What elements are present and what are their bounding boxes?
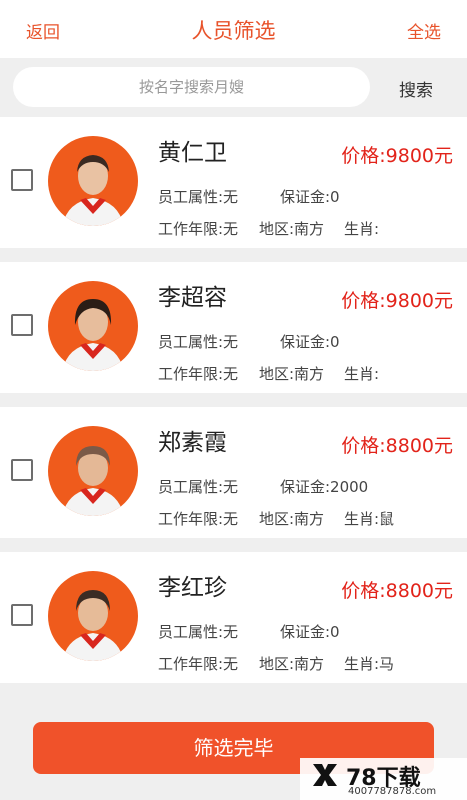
staff-card: 李红珍 价格:8800元 员工属性:无 保证金:0 工作年限:无 地区:南方 生…	[0, 552, 467, 683]
staff-price: 价格:8800元	[341, 435, 453, 457]
staff-checkbox[interactable]	[11, 314, 33, 336]
staff-attribute: 员工属性:无	[158, 188, 239, 206]
staff-card: 李超容 价格:9800元 员工属性:无 保证金:0 工作年限:无 地区:南方 生…	[0, 262, 467, 393]
staff-card: 黄仁卫 价格:9800元 员工属性:无 保证金:0 工作年限:无 地区:南方 生…	[0, 117, 467, 248]
staff-region: 地区:南方	[259, 655, 325, 673]
avatar	[48, 136, 138, 226]
staff-attribute: 员工属性:无	[158, 623, 239, 641]
top-bar: 返回 人员筛选 全选	[0, 0, 467, 58]
staff-deposit: 保证金:0	[280, 333, 340, 351]
staff-checkbox[interactable]	[11, 604, 33, 626]
staff-zodiac: 生肖:鼠	[344, 510, 395, 528]
select-all-button[interactable]: 全选	[407, 18, 441, 43]
staff-price: 价格:8800元	[341, 580, 453, 602]
search-button[interactable]: 搜索	[399, 76, 433, 101]
search-bar: 搜索	[0, 58, 467, 118]
staff-years: 工作年限:无	[158, 655, 239, 673]
staff-price: 价格:9800元	[341, 145, 453, 167]
staff-price: 价格:9800元	[341, 290, 453, 312]
staff-zodiac: 生肖:马	[344, 655, 395, 673]
staff-attribute: 员工属性:无	[158, 478, 239, 496]
staff-name: 郑素霞	[158, 430, 227, 456]
staff-checkbox[interactable]	[11, 169, 33, 191]
staff-name: 黄仁卫	[158, 140, 227, 166]
logo-icon	[313, 764, 337, 786]
staff-card: 郑素霞 价格:8800元 员工属性:无 保证金:2000 工作年限:无 地区:南…	[0, 407, 467, 538]
staff-region: 地区:南方	[259, 510, 325, 528]
staff-region: 地区:南方	[259, 365, 325, 383]
staff-deposit: 保证金:0	[280, 188, 340, 206]
page-title: 人员筛选	[191, 19, 276, 43]
staff-years: 工作年限:无	[158, 365, 239, 383]
staff-years: 工作年限:无	[158, 220, 239, 238]
avatar	[48, 571, 138, 661]
staff-region: 地区:南方	[259, 220, 325, 238]
search-input[interactable]	[13, 67, 370, 107]
staff-years: 工作年限:无	[158, 510, 239, 528]
avatar	[48, 281, 138, 371]
avatar	[48, 426, 138, 516]
staff-attribute: 员工属性:无	[158, 333, 239, 351]
watermark: 78下载 4007787878.com	[300, 758, 467, 800]
staff-zodiac: 生肖:	[344, 365, 380, 383]
staff-zodiac: 生肖:	[344, 220, 380, 238]
staff-name: 李超容	[158, 285, 227, 311]
staff-deposit: 保证金:2000	[280, 478, 369, 496]
watermark-site: 4007787878.com	[348, 786, 437, 797]
staff-checkbox[interactable]	[11, 459, 33, 481]
staff-deposit: 保证金:0	[280, 623, 340, 641]
staff-name: 李红珍	[158, 575, 227, 601]
